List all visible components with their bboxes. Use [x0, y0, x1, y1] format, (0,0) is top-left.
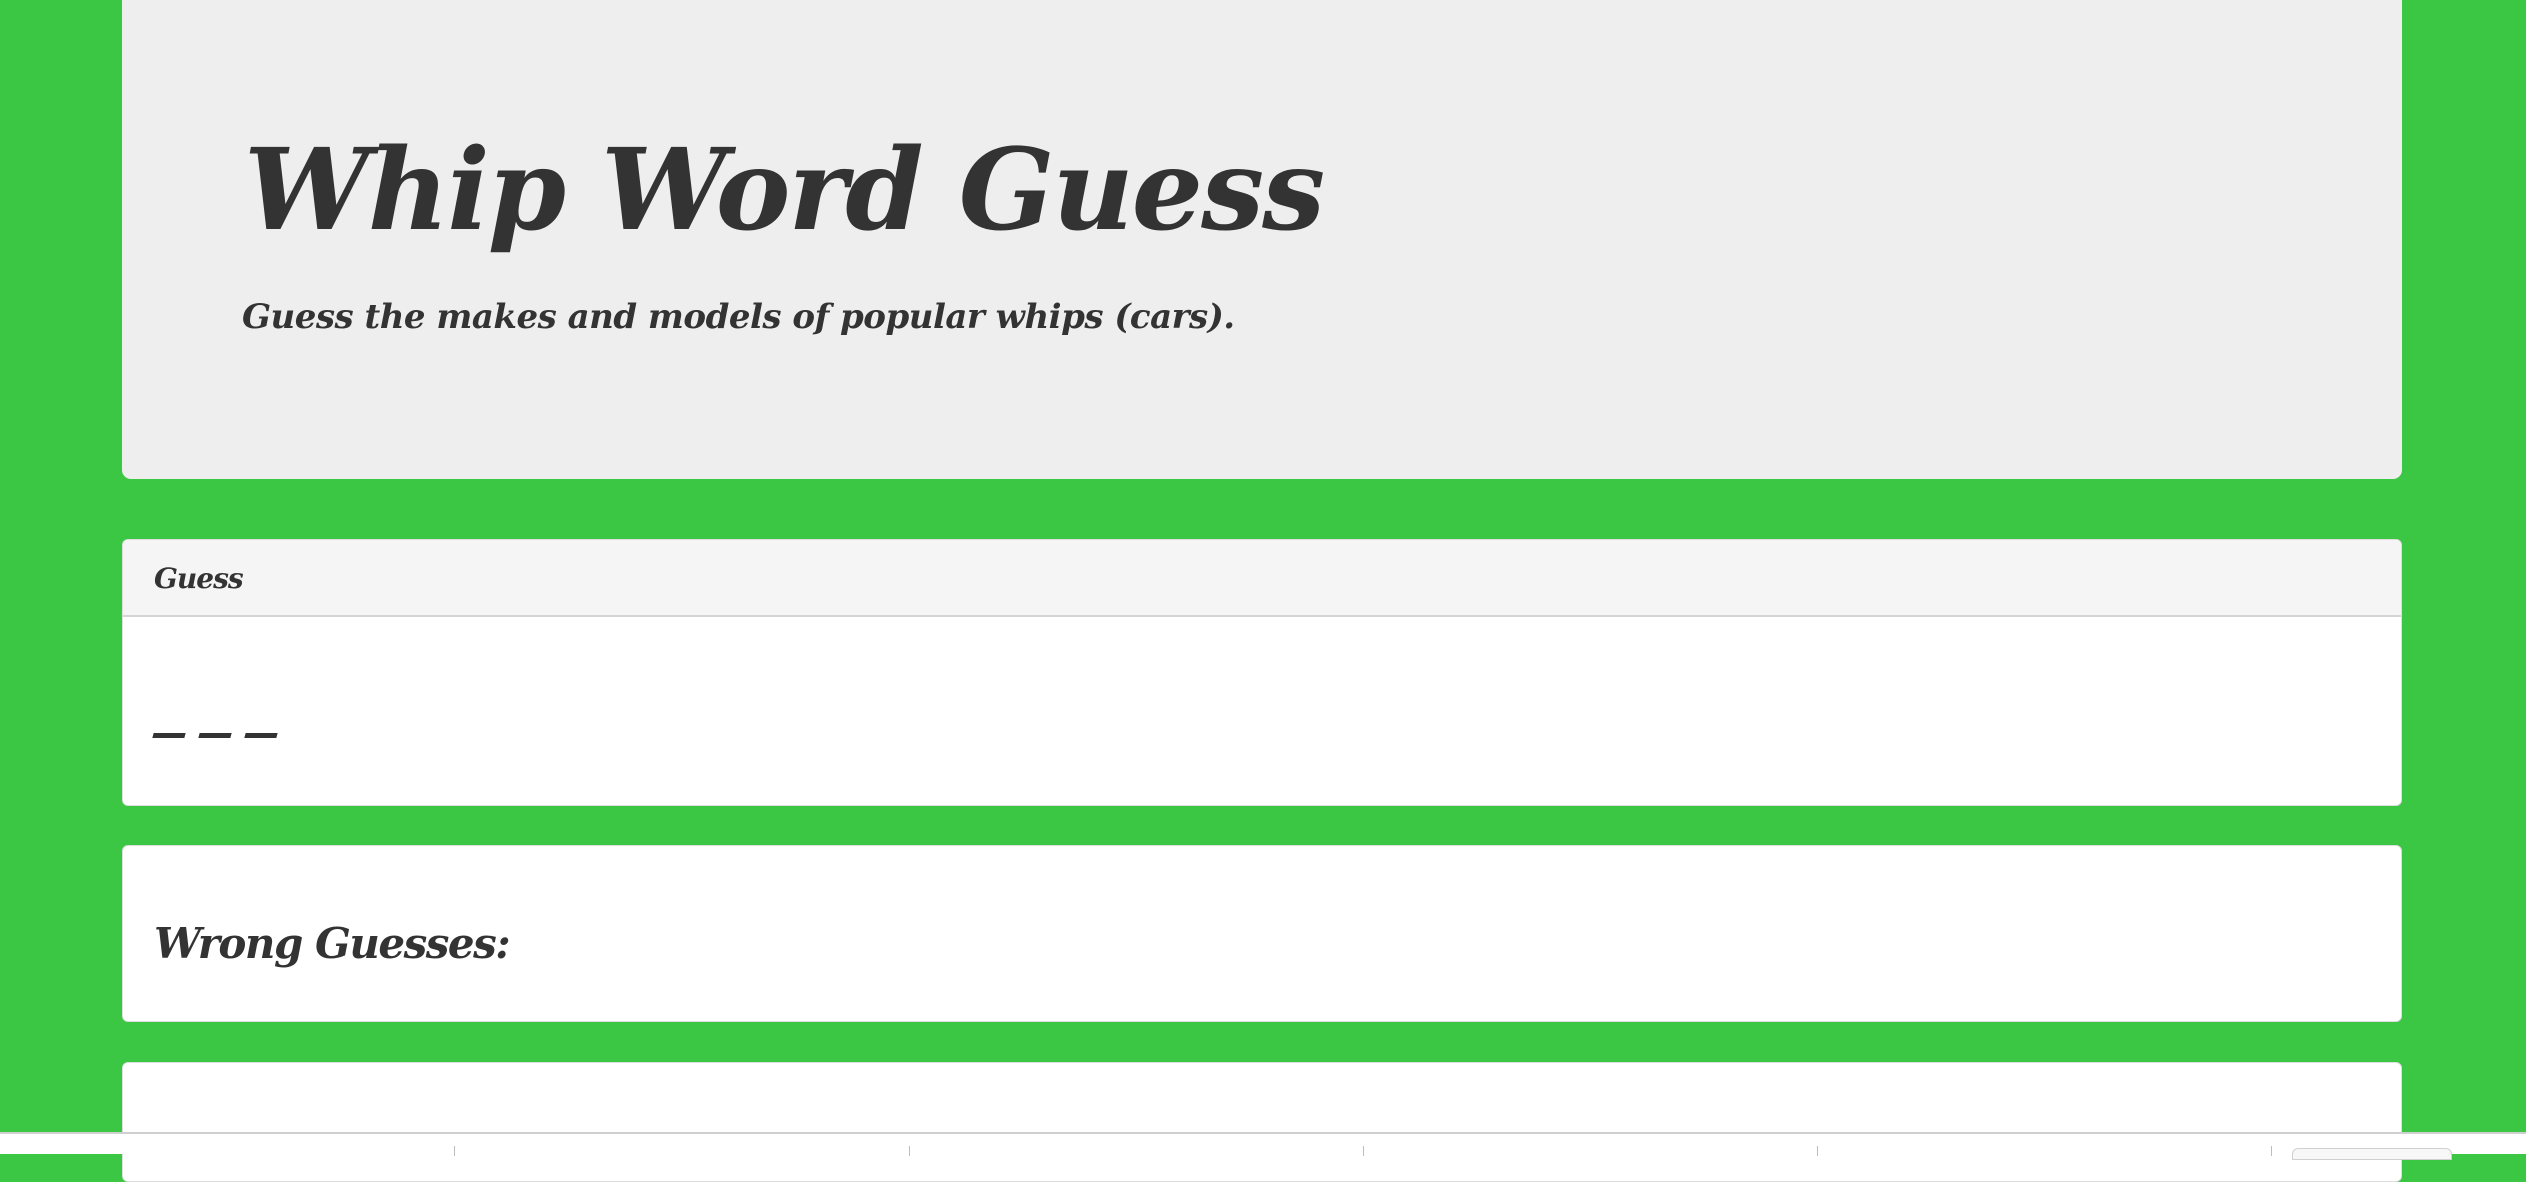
page-subtitle: Guess the makes and models of popular wh…: [242, 297, 1235, 337]
toolbar-divider: [1817, 1146, 1818, 1156]
letter-blank: [244, 733, 278, 738]
bottom-toolbar: [0, 1132, 2526, 1160]
letter-blank: [152, 733, 186, 738]
toolbar-divider: [454, 1146, 455, 1156]
letter-blank: [198, 733, 232, 738]
letter-buttons-panel: [122, 1062, 2402, 1182]
toolbar-divider: [2271, 1146, 2272, 1156]
word-blanks: [152, 733, 278, 738]
guess-panel-heading: Guess: [123, 540, 2401, 617]
wrong-guesses-panel: Wrong Guesses:: [122, 845, 2402, 1022]
guess-panel-heading-label: Guess: [154, 562, 244, 595]
page-title: Whip Word Guess: [244, 125, 1325, 256]
guess-panel: Guess: [122, 539, 2402, 806]
toolbar-divider: [909, 1146, 910, 1156]
toolbar-divider: [1363, 1146, 1364, 1156]
toolbar-control[interactable]: [2292, 1148, 2452, 1160]
header-jumbotron: Whip Word Guess Guess the makes and mode…: [122, 0, 2402, 479]
wrong-guesses-title: Wrong Guesses:: [154, 919, 511, 968]
